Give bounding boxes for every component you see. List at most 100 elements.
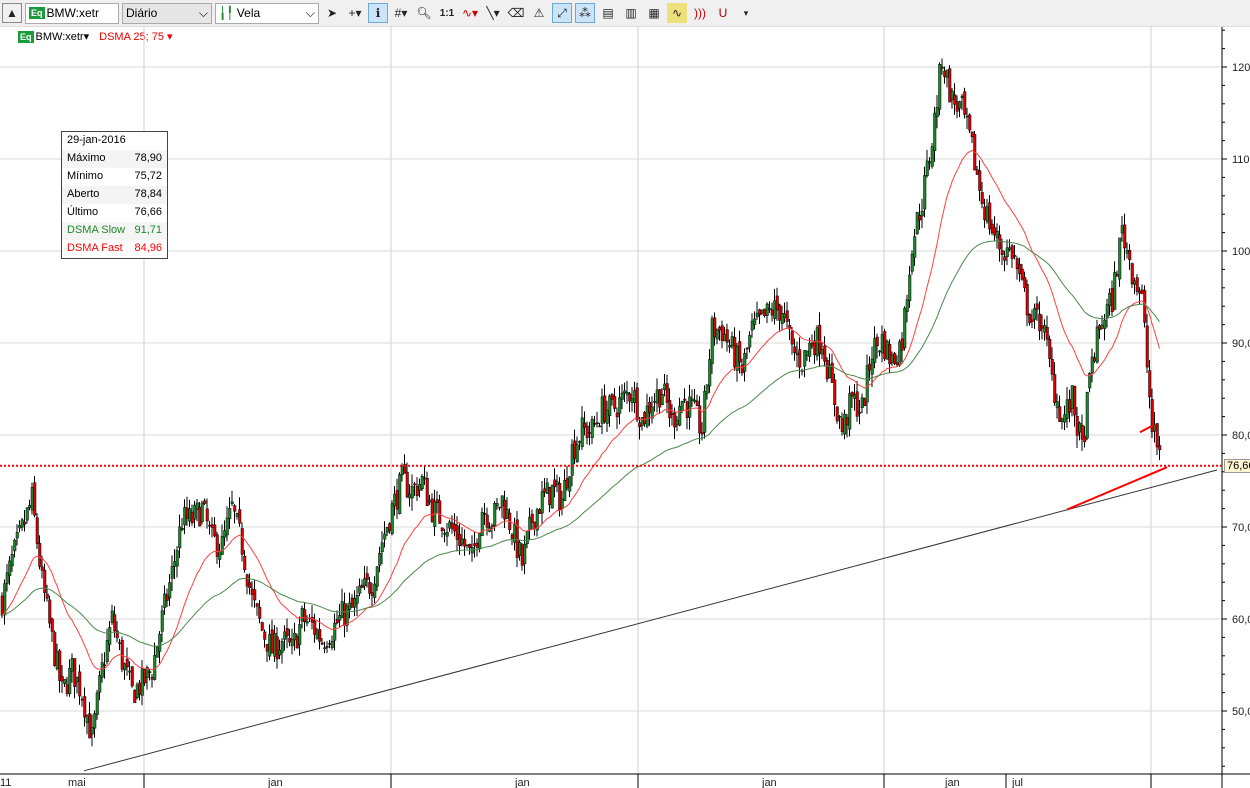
candle-body xyxy=(208,524,212,527)
compare-icon[interactable]: ▥ xyxy=(621,3,641,23)
candle-body xyxy=(243,555,247,571)
candle-body xyxy=(933,112,937,152)
candle-body xyxy=(155,646,159,658)
trend-tool-icon[interactable]: ⤢ xyxy=(552,3,572,23)
last-price-label: 76,66 xyxy=(1224,459,1250,473)
candle-body xyxy=(1080,424,1084,440)
candle-body xyxy=(1108,292,1112,306)
candle-body xyxy=(1075,415,1079,436)
candle-body xyxy=(1105,304,1109,318)
candle-body xyxy=(68,668,72,694)
candle-body xyxy=(280,641,284,653)
candle-body xyxy=(263,631,267,640)
candle-body xyxy=(55,651,59,670)
candle-body xyxy=(720,325,724,341)
candle-body xyxy=(490,525,494,528)
candle-body xyxy=(610,394,614,400)
candle-body xyxy=(215,534,219,557)
candle-body xyxy=(955,101,959,112)
zoom-icon[interactable]: 🔍︎ xyxy=(414,3,434,23)
candle-body xyxy=(1045,327,1049,340)
candle-body xyxy=(178,526,182,549)
candle-body xyxy=(255,603,259,607)
info-row: DSMA Slow 91,71 xyxy=(62,222,167,240)
candle-body xyxy=(503,499,507,520)
candle-body xyxy=(778,304,782,321)
candle-body xyxy=(195,502,199,510)
eraser-icon[interactable]: ⌫ xyxy=(506,3,526,23)
candle-body xyxy=(545,482,549,494)
alert-icon[interactable]: ⚠ xyxy=(529,3,549,23)
candle-body xyxy=(930,146,934,167)
candle-body xyxy=(688,396,692,418)
candle-body xyxy=(443,533,447,535)
candle-body xyxy=(398,474,402,515)
candle-body xyxy=(605,410,609,424)
pattern-icon[interactable]: ⁂ xyxy=(575,3,595,23)
candle-body xyxy=(505,509,509,519)
period-select[interactable]: Diário ⌵ xyxy=(122,2,212,24)
candle-body xyxy=(533,521,537,530)
candle-body xyxy=(915,212,919,234)
chart-type-select[interactable]: ╽╿ Vela ⌵ xyxy=(215,2,319,24)
candle-body xyxy=(1058,406,1062,422)
magnet-icon[interactable]: U xyxy=(713,3,733,23)
candle-body xyxy=(1060,418,1064,422)
candle-body xyxy=(395,490,399,510)
one-to-one-button[interactable]: 1:1 xyxy=(437,3,457,23)
candle-body xyxy=(1008,247,1012,250)
candle-body xyxy=(200,502,204,522)
candle-body xyxy=(833,379,837,405)
more-icon[interactable]: ▾ xyxy=(736,3,756,23)
candle-body xyxy=(583,422,587,428)
candle-body xyxy=(885,341,889,360)
candle-body xyxy=(928,161,932,164)
candle-body xyxy=(1018,263,1022,275)
signal-icon[interactable]: ))) xyxy=(690,3,710,23)
crosshair-icon[interactable]: +▾ xyxy=(345,3,365,23)
candle-body xyxy=(1148,370,1152,398)
candle-body xyxy=(458,534,462,546)
candle-body xyxy=(958,101,962,109)
candle-body xyxy=(883,331,887,359)
candle-body xyxy=(1093,357,1097,362)
candle-body xyxy=(35,517,39,544)
candle-body xyxy=(375,566,379,587)
candle-body xyxy=(1070,385,1074,409)
candle-body xyxy=(23,521,27,525)
indicator-icon[interactable]: ∿▾ xyxy=(460,3,480,23)
candle-body xyxy=(988,202,992,230)
candle-body xyxy=(785,310,789,322)
template-icon[interactable]: ▤ xyxy=(598,3,618,23)
candle-body xyxy=(415,485,419,496)
candle-body xyxy=(640,417,644,426)
candle-body xyxy=(383,533,387,540)
candle-body xyxy=(258,606,262,619)
wave-icon[interactable]: ∿ xyxy=(667,3,687,23)
candle-body xyxy=(913,236,917,258)
candle-body xyxy=(205,508,209,522)
info-icon[interactable]: ℹ xyxy=(368,3,388,23)
candle-body xyxy=(565,478,569,489)
pointer-icon[interactable]: ➤ xyxy=(322,3,342,23)
candle-body xyxy=(333,622,337,641)
grid-icon[interactable]: #▾ xyxy=(391,3,411,23)
candle-body xyxy=(380,542,384,553)
y-tick-label: 110 xyxy=(1232,154,1250,166)
candle-body xyxy=(780,313,784,324)
candle-body xyxy=(170,566,174,579)
symbol-input[interactable]: Eq BMW:xetr xyxy=(25,2,119,24)
layers-icon[interactable]: ▦ xyxy=(644,3,664,23)
candle-icon: ╽╿ xyxy=(219,6,234,20)
candle-body xyxy=(748,335,752,348)
price-chart[interactable]: 120 110 100 90,0 80,0 70,0 60,0 50,0 11 mai jan jan… xyxy=(0,27,1250,788)
candle-body xyxy=(845,417,849,426)
equity-icon: Eq xyxy=(29,7,45,19)
candle-body xyxy=(843,413,847,435)
candle-body xyxy=(1025,284,1029,316)
collapse-button[interactable]: ▲ xyxy=(2,3,22,23)
candle-body xyxy=(923,175,927,210)
candle-body xyxy=(303,609,307,623)
info-date: 29-jan-2016 xyxy=(67,134,126,146)
line-tool-icon[interactable]: ╲▾ xyxy=(483,3,503,23)
